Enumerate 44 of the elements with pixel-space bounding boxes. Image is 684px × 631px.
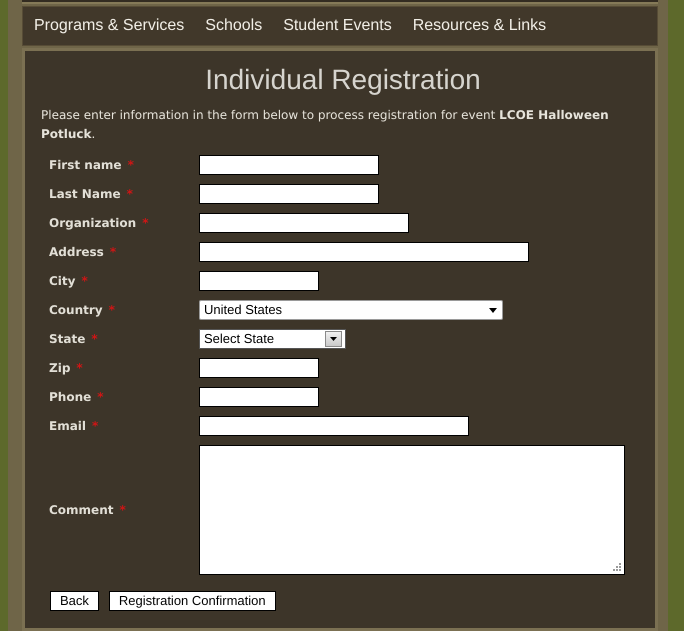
intro-text: Please enter information in the form below to process registration for event LCOE Halloween Potluck.	[41, 107, 610, 143]
field-label: City	[49, 273, 76, 290]
required-mark: *	[128, 157, 134, 174]
required-mark: *	[81, 273, 88, 290]
nav-link[interactable]: Resources & Links	[412, 14, 546, 38]
required-mark: *	[108, 302, 115, 319]
dropdown-field[interactable]: Select State	[199, 329, 346, 349]
field-label: Comment	[49, 502, 114, 519]
confirm-button[interactable]: Registration Confirmation	[108, 591, 276, 611]
input-field[interactable]	[199, 184, 379, 204]
input-field[interactable]	[199, 242, 529, 262]
required-mark: *	[97, 389, 104, 406]
required-mark: *	[92, 418, 98, 435]
field-label: Zip	[49, 360, 70, 377]
required-mark: *	[91, 331, 98, 348]
nav-link[interactable]: Schools	[205, 14, 262, 38]
field-label: Last Name	[49, 186, 121, 203]
field-label: Country	[49, 302, 103, 319]
required-mark: *	[142, 215, 148, 232]
textarea-field[interactable]	[199, 445, 625, 575]
back-button[interactable]: Back	[50, 591, 99, 611]
resize-grip-icon	[613, 563, 621, 571]
nav-link[interactable]: Programs & Services	[34, 14, 184, 38]
required-mark: *	[126, 186, 133, 203]
input-field[interactable]	[199, 358, 319, 378]
input-field[interactable]	[199, 213, 409, 233]
field-label: Phone	[49, 389, 92, 406]
field-label: Email	[49, 418, 86, 435]
required-mark: *	[110, 244, 116, 261]
required-mark: *	[119, 502, 126, 519]
field-label: Organization	[49, 215, 136, 232]
required-mark: *	[76, 360, 83, 377]
nav-link[interactable]: Student Events	[283, 14, 392, 38]
caret-icon	[489, 308, 497, 312]
field-label: Address	[49, 244, 104, 261]
input-field[interactable]	[199, 416, 469, 436]
caret-icon	[325, 331, 342, 347]
input-field[interactable]	[199, 271, 319, 291]
page-title: Individual Registration	[204, 64, 482, 96]
dropdown-field[interactable]: United States	[199, 300, 503, 320]
field-label: First name	[49, 157, 122, 174]
field-label: State	[49, 331, 86, 348]
input-field[interactable]	[199, 155, 379, 175]
input-field[interactable]	[199, 387, 319, 407]
